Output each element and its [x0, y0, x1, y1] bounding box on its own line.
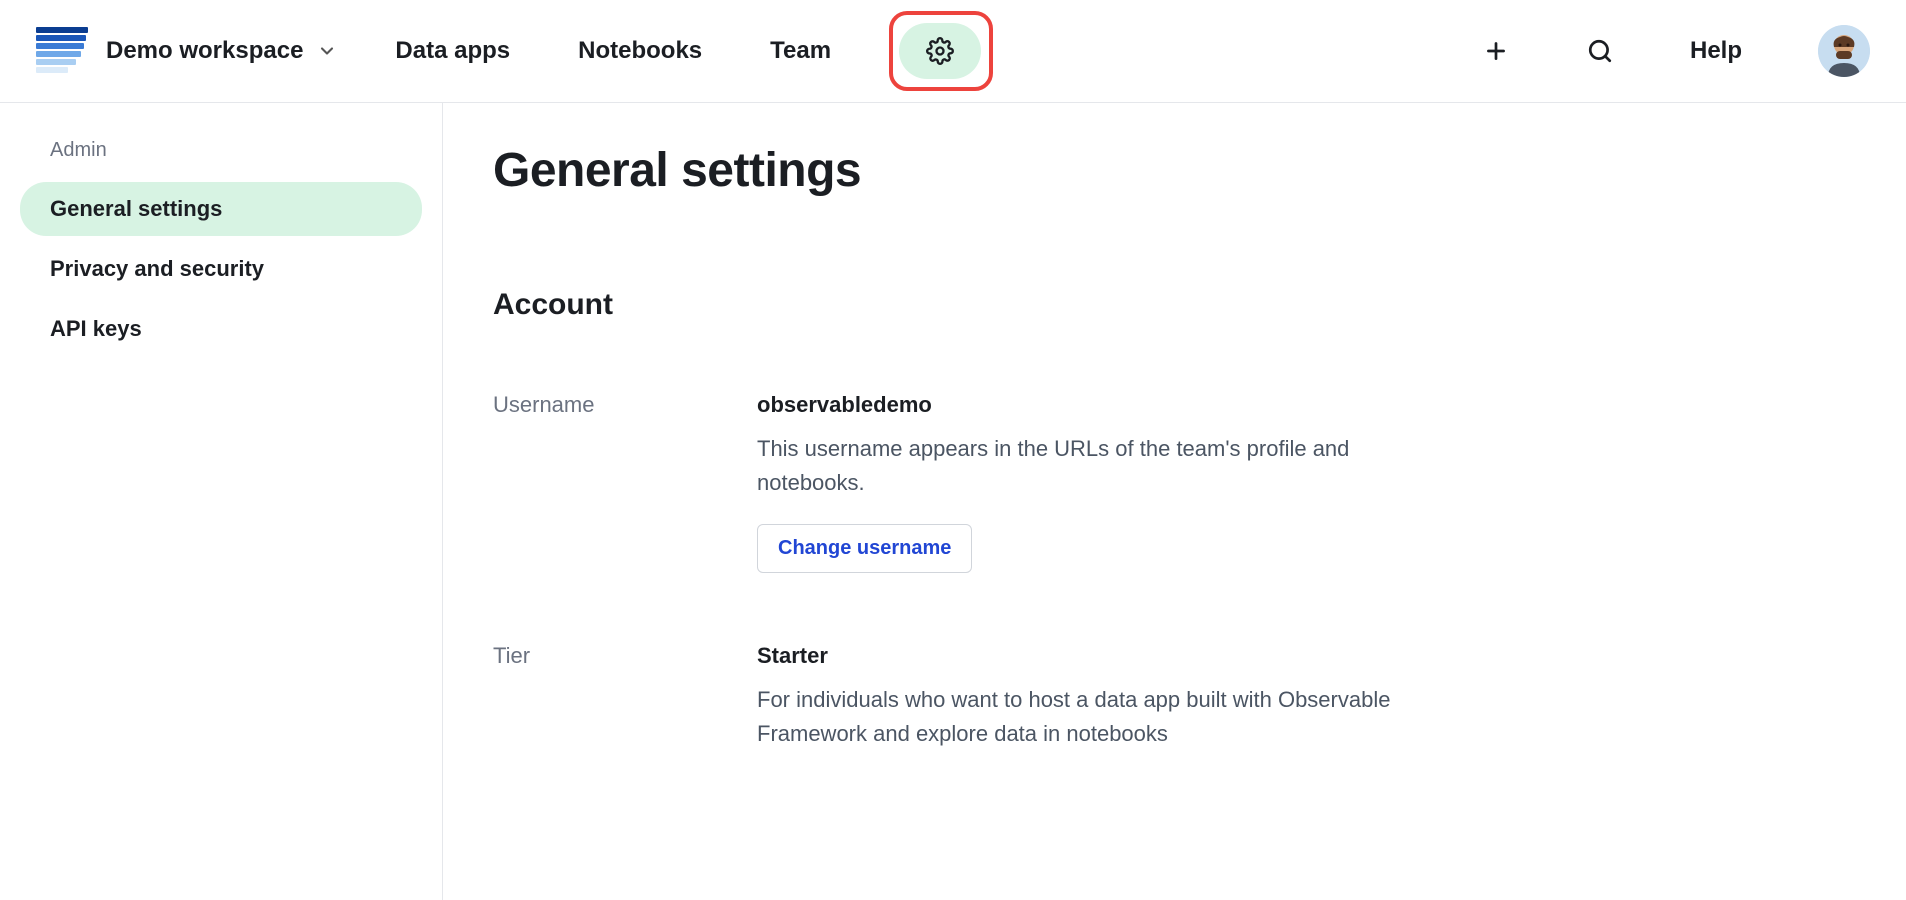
change-username-button[interactable]: Change username — [757, 524, 972, 573]
field-label-username: Username — [493, 392, 757, 573]
sidebar-item-label: Privacy and security — [50, 256, 264, 281]
nav-data-apps[interactable]: Data apps — [395, 37, 510, 65]
field-tier: Tier Starter For individuals who want to… — [493, 643, 1856, 775]
plus-icon — [1483, 38, 1509, 64]
chevron-down-icon — [317, 41, 337, 61]
avatar-icon — [1818, 25, 1870, 77]
topbar-right: Help — [1482, 25, 1870, 77]
search-button[interactable] — [1586, 37, 1614, 65]
nav-team[interactable]: Team — [770, 37, 831, 65]
add-button[interactable] — [1482, 37, 1510, 65]
main-content: General settings Account Username observ… — [443, 103, 1906, 900]
field-label-tier: Tier — [493, 643, 757, 775]
page-title: General settings — [493, 143, 1856, 198]
nav-settings[interactable] — [899, 23, 981, 79]
main-nav: Data apps Notebooks Team — [395, 23, 981, 79]
avatar[interactable] — [1818, 25, 1870, 77]
help-link[interactable]: Help — [1690, 37, 1742, 65]
sidebar: Admin General settings Privacy and secur… — [0, 103, 443, 900]
tier-value: Starter — [757, 643, 1856, 669]
sidebar-item-label: API keys — [50, 316, 142, 341]
sidebar-item-general-settings[interactable]: General settings — [20, 182, 422, 236]
field-username: Username observabledemo This username ap… — [493, 392, 1856, 573]
section-account-title: Account — [493, 288, 1856, 322]
username-description: This username appears in the URLs of the… — [757, 432, 1417, 500]
workspace-name: Demo workspace — [106, 37, 303, 65]
gear-icon — [926, 37, 954, 65]
tier-description: For individuals who want to host a data … — [757, 683, 1417, 751]
workspace-selector[interactable]: Demo workspace — [106, 37, 337, 65]
observable-logo[interactable] — [36, 27, 88, 75]
username-value: observabledemo — [757, 392, 1856, 418]
topbar: Demo workspace Data apps Notebooks Team … — [0, 0, 1906, 103]
search-icon — [1587, 38, 1613, 64]
sidebar-heading: Admin — [50, 139, 422, 162]
nav-notebooks[interactable]: Notebooks — [578, 37, 702, 65]
sidebar-item-privacy-security[interactable]: Privacy and security — [20, 242, 422, 296]
sidebar-item-api-keys[interactable]: API keys — [20, 302, 422, 356]
sidebar-item-label: General settings — [50, 196, 222, 221]
